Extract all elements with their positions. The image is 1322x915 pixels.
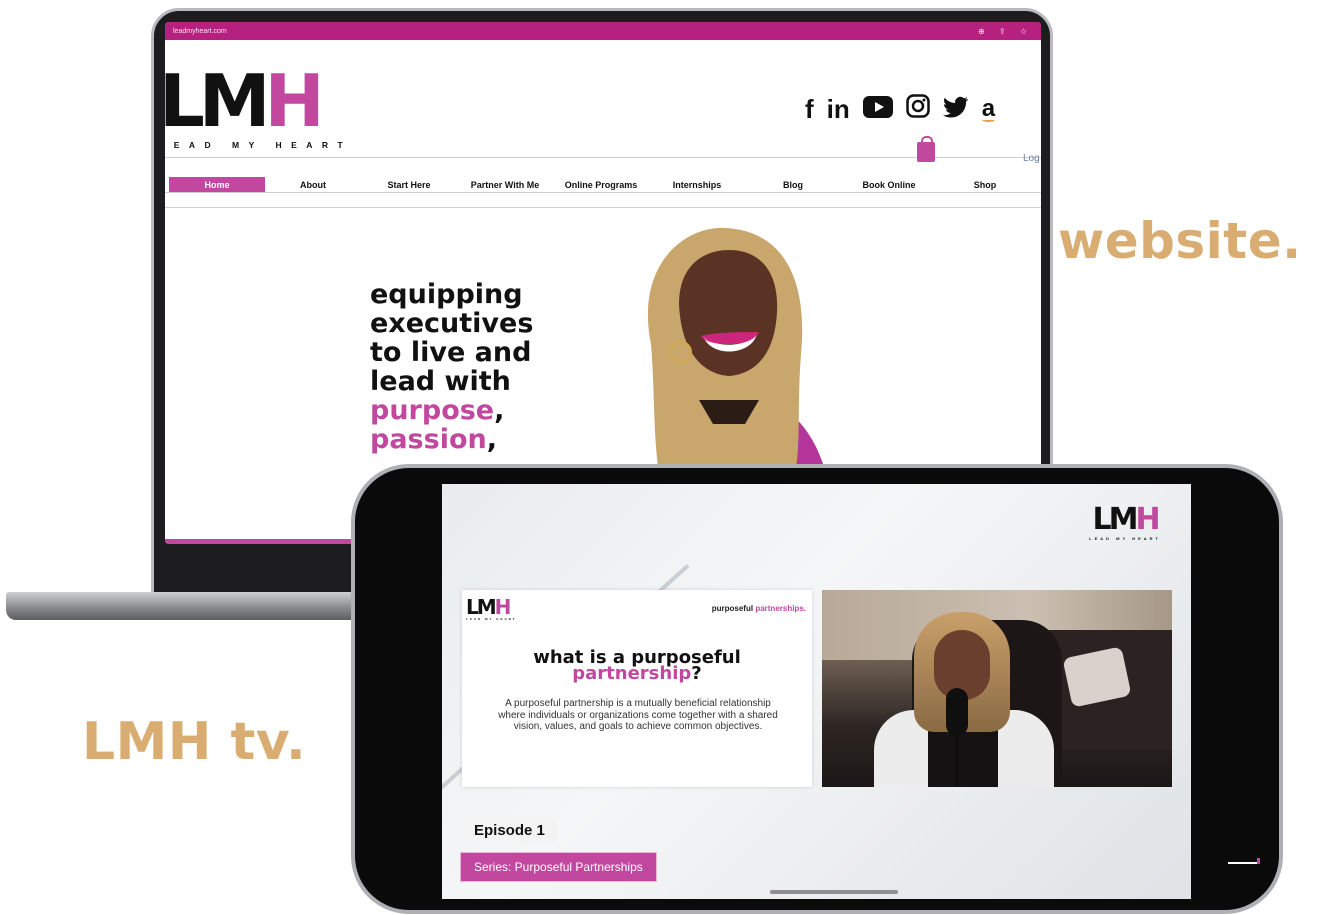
edge-mark-icon	[1228, 858, 1260, 864]
nav-blog[interactable]: Blog	[745, 177, 841, 192]
twitter-icon[interactable]	[942, 94, 969, 124]
nav-partner-with-me[interactable]: Partner With Me	[457, 177, 553, 192]
site-header: LMH LEAD MY HEART f in a Log	[165, 40, 1041, 164]
slide-body-text: A purposeful partnership is a mutually b…	[498, 698, 778, 732]
nav-book-online[interactable]: Book Online	[841, 177, 937, 192]
home-indicator[interactable]	[770, 890, 898, 894]
amazon-icon[interactable]: a	[981, 94, 996, 124]
instagram-icon[interactable]	[906, 94, 930, 124]
website-caption: website.	[1058, 212, 1302, 270]
linkedin-icon[interactable]: in	[827, 94, 850, 124]
browser-bar: leadmyheart.com ⊕ ⇪ ☆	[165, 22, 1041, 40]
episode-label: Episode 1	[462, 818, 557, 843]
logo-tagline: LEAD MY HEART	[165, 140, 353, 150]
slide-logo: LMH LEAD MY HEART	[466, 595, 517, 621]
hero-headline: equipping executives to live and lead wi…	[370, 279, 534, 455]
nav-start-here[interactable]: Start Here	[361, 177, 457, 192]
logo-letters-dark: LM	[165, 59, 271, 143]
logo-letters-accent: H	[264, 59, 325, 143]
nav-online-programs[interactable]: Online Programs	[553, 177, 649, 192]
slide-series-tag: purposeful partnerships.	[711, 604, 806, 613]
presentation-slide: LMH LEAD MY HEART purposeful partnership…	[462, 590, 812, 787]
series-label: Series: Purposeful Partnerships	[460, 852, 657, 882]
slide-title: what is a purposeful partnership?	[533, 647, 741, 684]
laptop-base	[6, 592, 406, 620]
nav-about[interactable]: About	[265, 177, 361, 192]
nav-home[interactable]: Home	[169, 177, 265, 192]
nav-internships[interactable]: Internships	[649, 177, 745, 192]
speaker-video-feed	[822, 590, 1172, 787]
video-corner-logo: LMH LEAD MY HEART	[1089, 502, 1161, 542]
shopping-bag-icon[interactable]	[917, 136, 935, 162]
main-nav: Home About Start Here Partner With Me On…	[165, 177, 1041, 208]
browser-url[interactable]: leadmyheart.com	[173, 28, 227, 35]
site-logo[interactable]: LMH LEAD MY HEART	[165, 65, 353, 150]
microphone-icon	[946, 688, 968, 736]
youtube-icon[interactable]	[862, 94, 893, 124]
nav-shop[interactable]: Shop	[937, 177, 1033, 192]
social-links: f in a	[805, 94, 996, 124]
facebook-icon[interactable]: f	[805, 94, 814, 124]
video-player[interactable]: LMH LEAD MY HEART LMH LEAD MY HEART purp…	[442, 484, 1191, 899]
browser-toolbar-icons[interactable]: ⊕ ⇪ ☆	[978, 27, 1033, 36]
login-link[interactable]: Log	[1023, 153, 1040, 164]
lmh-tv-caption: LMH tv.	[82, 712, 307, 772]
